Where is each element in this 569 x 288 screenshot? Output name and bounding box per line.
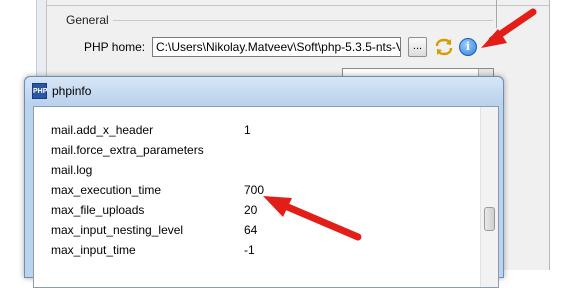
setting-name: mail.log bbox=[51, 163, 93, 177]
setting-name: max_input_nesting_level bbox=[51, 223, 184, 237]
setting-value: 64 bbox=[244, 223, 258, 237]
list-item: mail.add_x_header 1 bbox=[34, 123, 480, 143]
setting-name: mail.force_extra_parameters bbox=[51, 143, 204, 157]
vertical-scrollbar[interactable] bbox=[480, 107, 498, 287]
list-item: max_input_time -1 bbox=[34, 243, 480, 263]
section-label-general: General bbox=[66, 13, 109, 27]
phpinfo-title-bar[interactable]: PHP phpinfo bbox=[25, 77, 503, 105]
phpinfo-content: mail.add_x_header 1 mail.force_extra_par… bbox=[33, 106, 499, 288]
list-item: max_input_nesting_level 64 bbox=[34, 223, 480, 243]
setting-name: max_execution_time bbox=[51, 183, 162, 197]
browse-button[interactable]: ... bbox=[408, 37, 427, 57]
scrollbar-thumb[interactable] bbox=[484, 207, 495, 231]
setting-name: max_file_uploads bbox=[51, 203, 145, 217]
top-edge bbox=[46, 0, 549, 6]
php-icon: PHP bbox=[32, 83, 47, 99]
list-item: max_file_uploads 20 bbox=[34, 203, 480, 223]
phpinfo-title: phpinfo bbox=[52, 84, 92, 98]
list-item: mail.force_extra_parameters bbox=[34, 143, 480, 163]
setting-value: 1 bbox=[244, 123, 251, 137]
setting-value: 700 bbox=[244, 183, 265, 197]
phpinfo-list: mail.add_x_header 1 mail.force_extra_par… bbox=[34, 107, 480, 287]
list-item: max_execution_time 700 bbox=[34, 183, 480, 203]
setting-name: mail.add_x_header bbox=[51, 123, 154, 137]
section-divider bbox=[113, 20, 493, 21]
setting-value: 20 bbox=[244, 203, 258, 217]
right-divider bbox=[496, 0, 497, 28]
php-home-label: PHP home: bbox=[84, 40, 146, 54]
sync-icon[interactable] bbox=[434, 38, 454, 56]
setting-value: -1 bbox=[244, 243, 255, 257]
info-icon[interactable]: i bbox=[459, 38, 477, 56]
php-home-input[interactable]: C:\Users\Nikolay.Matveev\Soft\php-5.3.5-… bbox=[152, 37, 401, 57]
phpinfo-window: PHP phpinfo mail.add_x_header 1 mail.for… bbox=[24, 76, 504, 288]
list-item: mail.log bbox=[34, 163, 480, 183]
right-edge bbox=[549, 0, 569, 270]
setting-name: max_input_time bbox=[51, 243, 136, 257]
